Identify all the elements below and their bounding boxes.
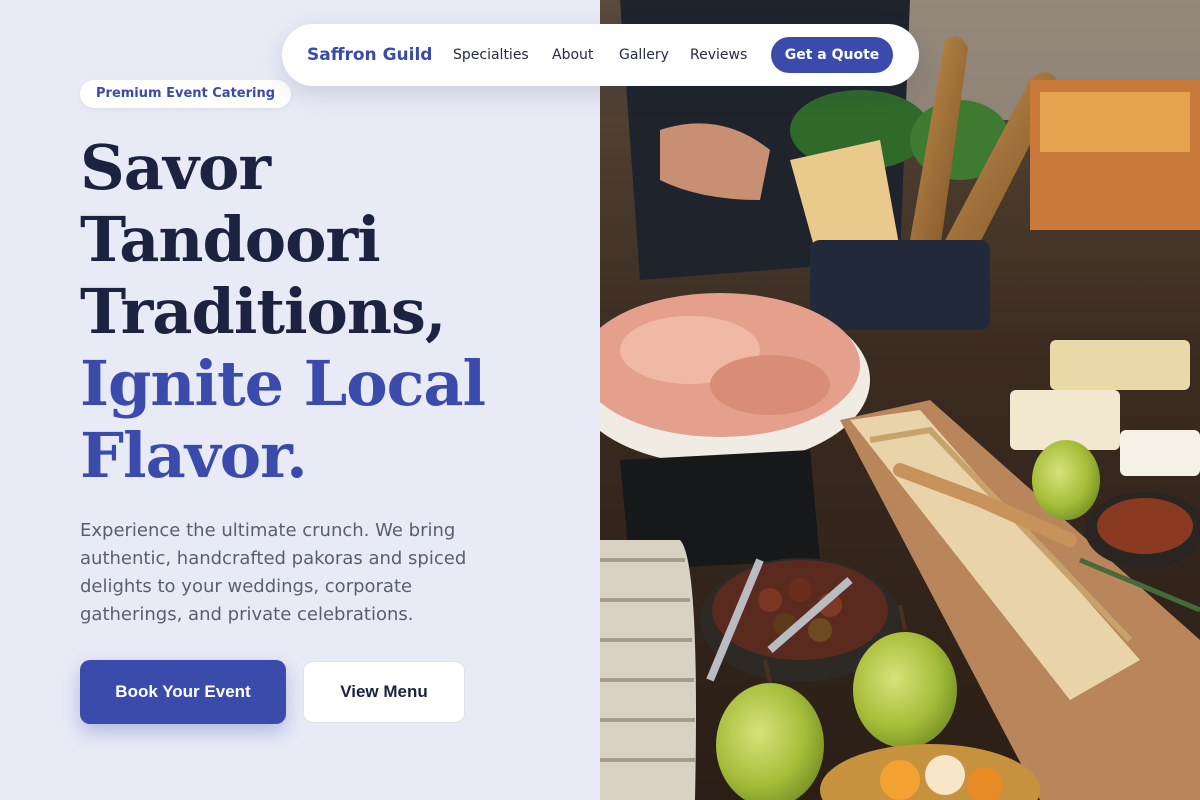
get-quote-button[interactable]: Get a Quote bbox=[771, 37, 893, 73]
headline-line: Traditions, bbox=[80, 275, 446, 348]
hero-section: Premium Event Catering Savor Tandoori Tr… bbox=[0, 0, 600, 800]
catering-table-photo bbox=[600, 0, 1200, 800]
top-navigation: Saffron Guild Specialties About Gallery … bbox=[282, 24, 919, 86]
headline-line: Tandoori bbox=[80, 203, 381, 276]
hero-image bbox=[600, 0, 1200, 800]
headline-accent-line: Ignite Local bbox=[80, 347, 486, 420]
headline-accent-line: Flavor. bbox=[80, 419, 308, 492]
nav-link-about[interactable]: About bbox=[552, 24, 593, 86]
brand-logo[interactable]: Saffron Guild bbox=[307, 24, 432, 86]
headline-line: Savor bbox=[80, 131, 271, 204]
nav-link-reviews[interactable]: Reviews bbox=[690, 24, 747, 86]
nav-link-specialties[interactable]: Specialties bbox=[453, 24, 529, 86]
book-event-button[interactable]: Book Your Event bbox=[80, 660, 286, 724]
category-badge: Premium Event Catering bbox=[80, 80, 292, 108]
view-menu-button[interactable]: View Menu bbox=[303, 661, 465, 723]
nav-link-gallery[interactable]: Gallery bbox=[619, 24, 669, 86]
hero-headline: Savor Tandoori Traditions, Ignite Local … bbox=[80, 132, 580, 492]
hero-description: Experience the ultimate crunch. We bring… bbox=[80, 520, 467, 625]
